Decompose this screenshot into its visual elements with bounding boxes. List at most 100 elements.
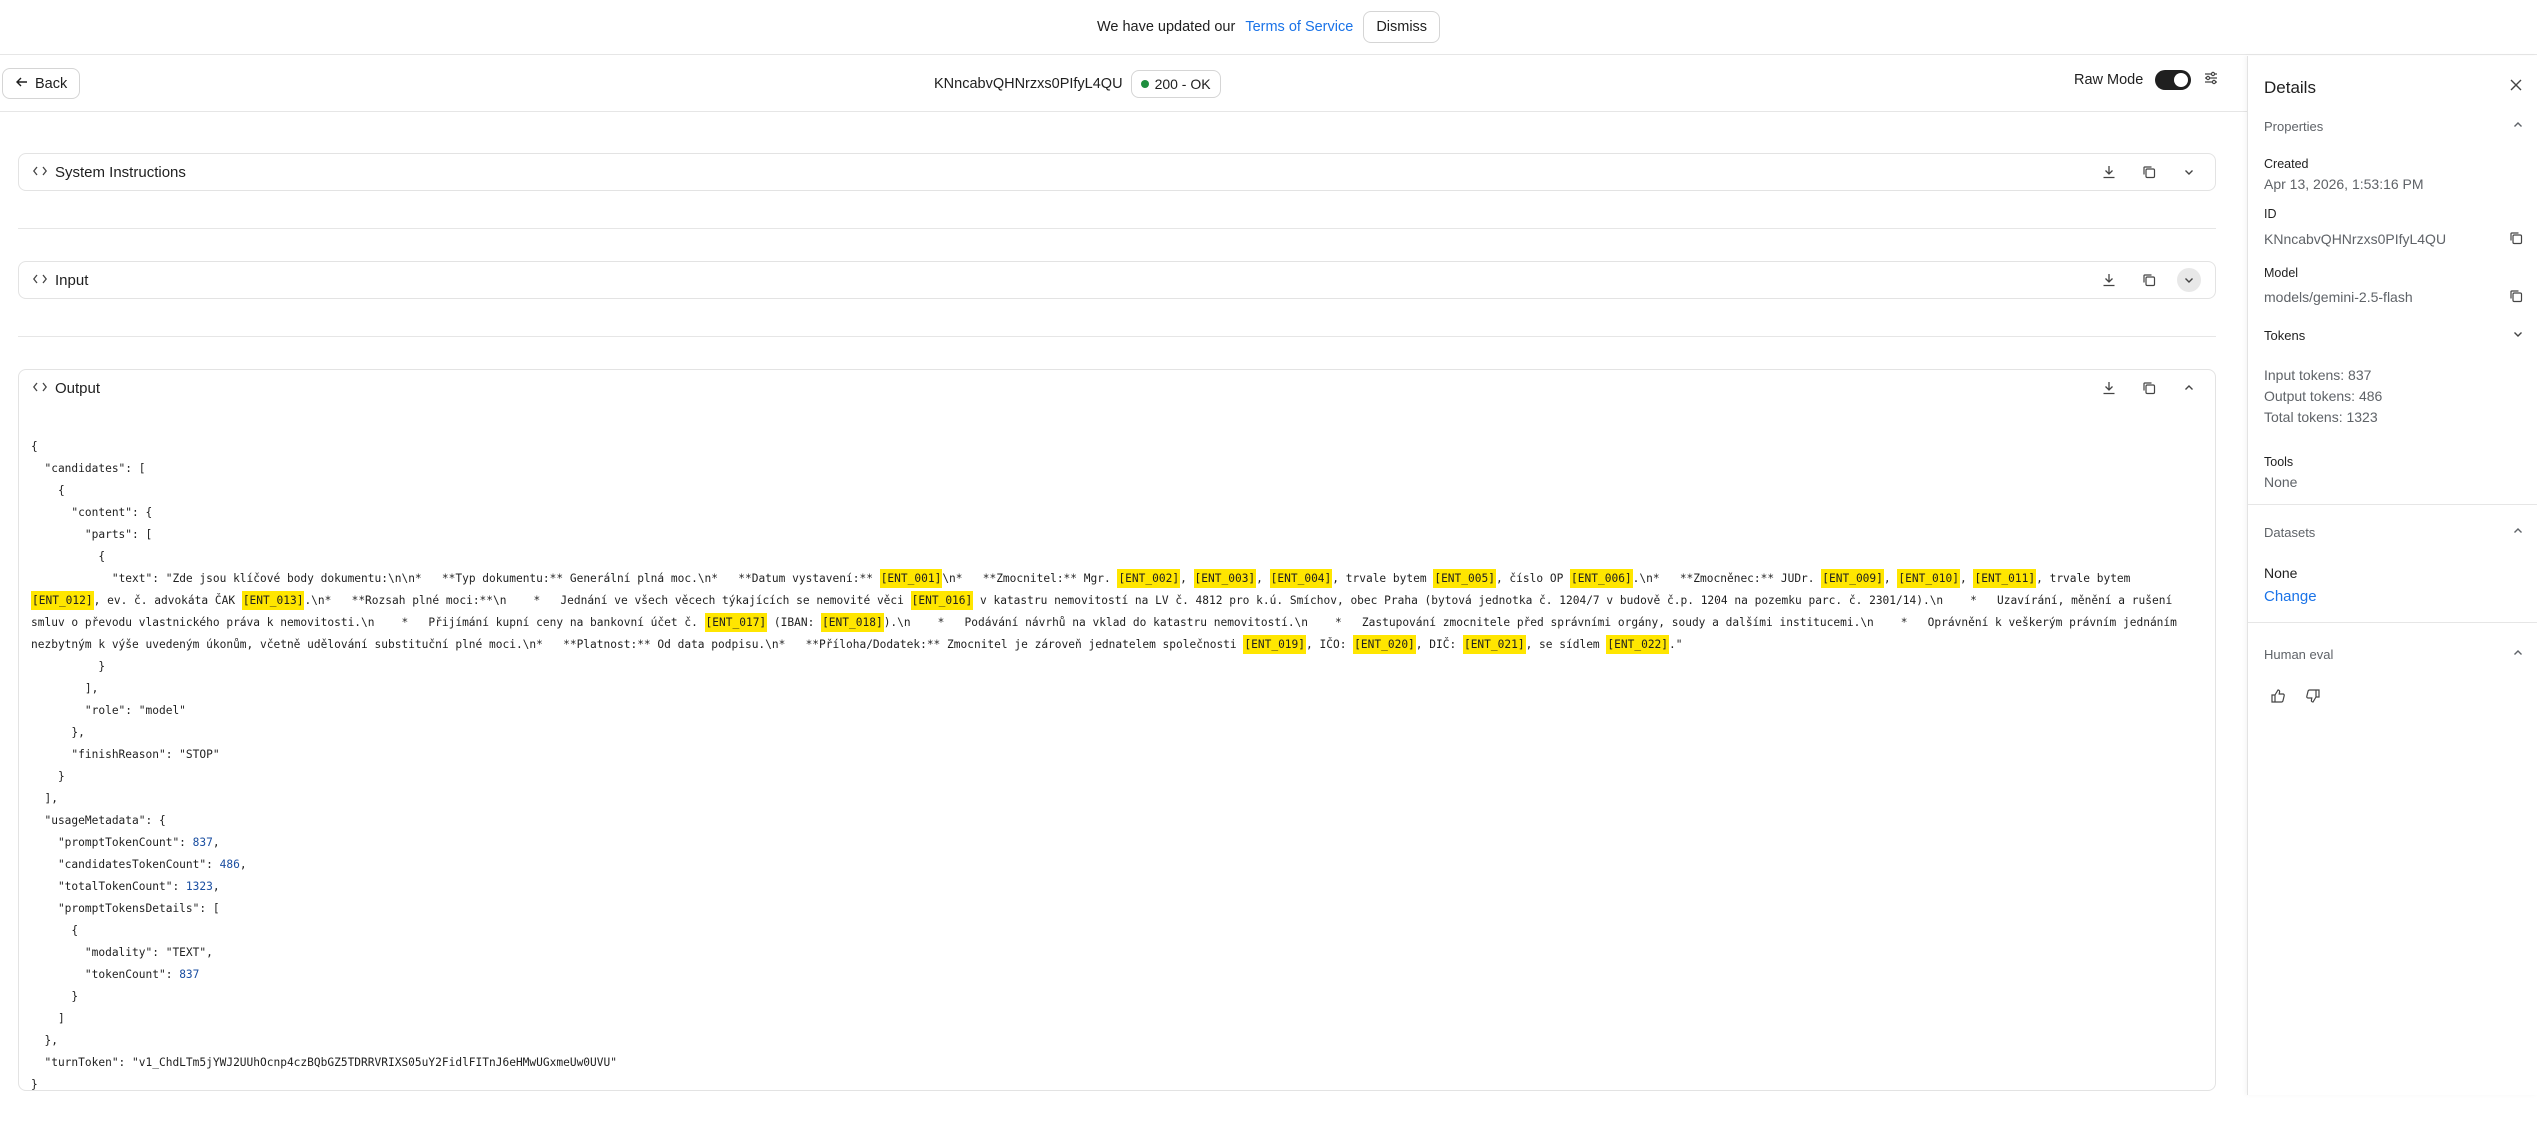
json-key: "promptTokenCount":: [31, 836, 193, 849]
status-badge: 200 - OK: [1130, 69, 1221, 98]
datasets-header[interactable]: Datasets: [2264, 525, 2524, 540]
code-line: "finishReason": "STOP": [31, 748, 220, 761]
datasets-label: Datasets: [2264, 525, 2316, 540]
entity-highlight: [ENT_017]: [704, 613, 768, 632]
divider: [18, 228, 2216, 229]
main-content: Back KNncabvQHNrzxs0PIfyL4QU 200 - OK Ra…: [0, 56, 2247, 1095]
code-line: }: [31, 660, 106, 673]
thumbs-up-icon[interactable]: [2270, 688, 2286, 709]
banner-text: We have updated our: [1096, 19, 1236, 35]
code-line: "candidatesTokenCount": 486,: [31, 858, 247, 871]
json-key: "tokenCount":: [31, 968, 180, 981]
panel-title: Details: [2264, 78, 2316, 97]
output-tokens: Output tokens: 486: [2264, 388, 2383, 404]
chevron-down-icon[interactable]: [2177, 160, 2201, 184]
download-icon[interactable]: [2097, 160, 2121, 184]
code-line: "content": {: [31, 506, 153, 519]
entity-highlight: [ENT_018]: [821, 613, 884, 632]
copy-icon[interactable]: [2509, 231, 2523, 250]
output-json-viewer[interactable]: { "candidates": [ { "content": { "parts"…: [31, 414, 2205, 1140]
dismiss-button[interactable]: Dismiss: [1363, 11, 1441, 43]
arrow-left-icon: [15, 75, 29, 93]
entity-highlight: [ENT_019]: [1243, 635, 1307, 654]
code-line: "candidates": [: [31, 462, 146, 475]
entity-highlight: [ENT_021]: [1462, 635, 1526, 654]
input-section: Input: [18, 261, 2216, 299]
code-line: }: [31, 1078, 38, 1091]
download-icon[interactable]: [2097, 268, 2121, 292]
chevron-up-icon[interactable]: [2177, 376, 2201, 400]
code-line: "tokenCount": 837: [31, 964, 2205, 986]
code-line: ],: [31, 792, 58, 805]
text-chunk: , trvale bytem: [2036, 572, 2138, 585]
chevron-up-icon: [2512, 119, 2524, 134]
text-chunk: "Zde jsou klíčové body dokumentu:\n\n* *…: [165, 572, 880, 585]
status-dot-icon: [1140, 79, 1149, 88]
code-line: "usageMetadata": {: [31, 814, 166, 827]
copy-icon[interactable]: [2137, 376, 2161, 400]
tokens-header[interactable]: Tokens: [2264, 328, 2524, 343]
change-dataset-link[interactable]: Change: [2264, 588, 2317, 605]
code-line: "totalTokenCount": 1323,: [31, 880, 220, 893]
code-line: "promptTokensDetails": [: [31, 902, 220, 915]
code-line: "role": "model": [31, 704, 186, 717]
text-chunk: , ev. č. advokáta ČAK: [93, 594, 242, 607]
human-eval-header[interactable]: Human eval: [2264, 647, 2524, 662]
back-label: Back: [35, 75, 68, 92]
text-chunk: , číslo OP: [1495, 572, 1571, 585]
output-header[interactable]: Output: [19, 370, 2215, 406]
created-value: Apr 13, 2026, 1:53:16 PM: [2264, 176, 2424, 192]
code-line: "modality": "TEXT",: [31, 946, 213, 959]
code-line: },: [31, 726, 85, 739]
terms-link[interactable]: Terms of Service: [1245, 19, 1353, 35]
section-title: Input: [55, 271, 89, 289]
input-header[interactable]: Input: [19, 262, 2215, 298]
toolbar: Back KNncabvQHNrzxs0PIfyL4QU 200 - OK Ra…: [0, 56, 2247, 112]
text-chunk: ,: [1883, 572, 1898, 585]
back-button[interactable]: Back: [2, 68, 81, 99]
entity-highlight: [ENT_011]: [1973, 569, 2037, 588]
section-title: Output: [55, 379, 101, 397]
model-label: Model: [2264, 266, 2299, 280]
json-number: 1323: [185, 880, 213, 893]
properties-header[interactable]: Properties: [2264, 119, 2524, 134]
thumbs-down-icon[interactable]: [2305, 688, 2321, 709]
code-line: "promptTokenCount": 837,: [31, 836, 220, 849]
close-icon[interactable]: [2509, 78, 2523, 97]
entity-highlight: [ENT_016]: [910, 591, 974, 610]
json-number: 837: [192, 836, 213, 849]
code-line: "parts": [: [31, 528, 153, 541]
human-eval-label: Human eval: [2264, 647, 2334, 662]
system-instructions-header[interactable]: System Instructions: [19, 154, 2215, 190]
code-line: {: [31, 440, 38, 453]
divider: [2248, 622, 2537, 623]
code-line: "turnToken": "v1_ChdLTm5jYWJ2UUhOcnp4czB…: [31, 1056, 617, 1069]
tokens-label: Tokens: [2264, 328, 2306, 343]
text-chunk: , IČO:: [1306, 638, 1354, 651]
code-line: {: [31, 550, 106, 563]
tune-icon[interactable]: [2203, 70, 2219, 90]
entity-highlight: [ENT_009]: [1821, 569, 1884, 588]
json-number: 486: [219, 858, 240, 871]
copy-icon[interactable]: [2137, 268, 2161, 292]
details-panel: Details Properties Created Apr 13, 2026,…: [2247, 56, 2537, 1095]
json-key: "candidatesTokenCount":: [31, 858, 220, 871]
json-key: "text":: [31, 572, 166, 585]
copy-icon[interactable]: [2509, 289, 2523, 308]
entity-highlight: [ENT_004]: [1269, 569, 1333, 588]
id-value: KNncabvQHNrzxs0PIfyL4QU: [2264, 231, 2447, 247]
code-line: }: [31, 770, 65, 783]
code-icon: [32, 380, 48, 397]
code-line: ]: [31, 1012, 65, 1025]
json-key: "totalTokenCount":: [31, 880, 186, 893]
chevron-up-icon: [2512, 525, 2524, 540]
system-instructions-section: System Instructions: [18, 153, 2216, 191]
code-line: }: [31, 990, 79, 1003]
chevron-down-icon[interactable]: [2177, 268, 2201, 292]
text-chunk: , DIČ:: [1415, 638, 1463, 651]
raw-mode-toggle[interactable]: [2155, 70, 2192, 90]
download-icon[interactable]: [2097, 376, 2121, 400]
raw-mode-control: Raw Mode: [2074, 70, 2219, 90]
copy-icon[interactable]: [2137, 160, 2161, 184]
entity-highlight: [ENT_020]: [1353, 635, 1416, 654]
